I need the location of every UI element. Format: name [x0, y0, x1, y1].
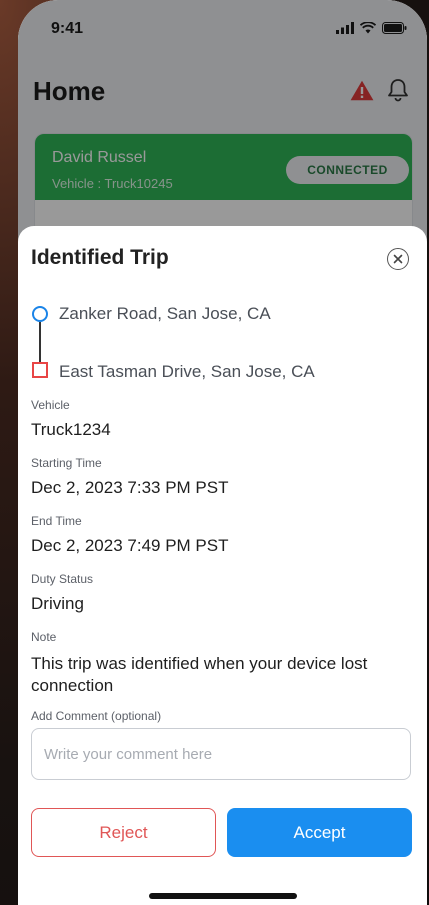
comment-input[interactable]: [31, 728, 411, 780]
comment-label: Add Comment (optional): [31, 709, 162, 723]
vehicle-label: Vehicle: [31, 398, 70, 412]
origin-address: Zanker Road, San Jose, CA: [59, 304, 271, 323]
end-time-label: End Time: [31, 514, 82, 528]
route-line: [39, 322, 41, 362]
phone-screen: 9:41 Home David Russel Vehicle: Truck10…: [18, 0, 427, 905]
note-label: Note: [31, 630, 57, 644]
start-time-label: Starting Time: [31, 456, 102, 470]
origin-circle-icon: [32, 306, 48, 322]
sheet-title: Identified Trip: [31, 246, 169, 269]
close-icon: [393, 254, 403, 264]
duty-status-value: Driving: [31, 594, 84, 613]
start-time-value: Dec 2, 2023 7:33 PM PST: [31, 478, 229, 497]
end-time-value: Dec 2, 2023 7:49 PM PST: [31, 536, 229, 555]
destination-address: East Tasman Drive, San Jose, CA: [59, 362, 315, 381]
destination-square-icon: [32, 362, 48, 378]
vehicle-value: Truck1234: [31, 420, 111, 439]
accept-button[interactable]: Accept: [227, 808, 412, 857]
close-button[interactable]: [387, 248, 409, 270]
note-value: This trip was identified when your devic…: [31, 654, 368, 695]
reject-button[interactable]: Reject: [31, 808, 216, 857]
identified-trip-sheet: Identified Trip Zanker Road, San Jose, C…: [18, 226, 427, 905]
duty-status-label: Duty Status: [31, 572, 94, 586]
home-indicator[interactable]: [149, 893, 297, 899]
